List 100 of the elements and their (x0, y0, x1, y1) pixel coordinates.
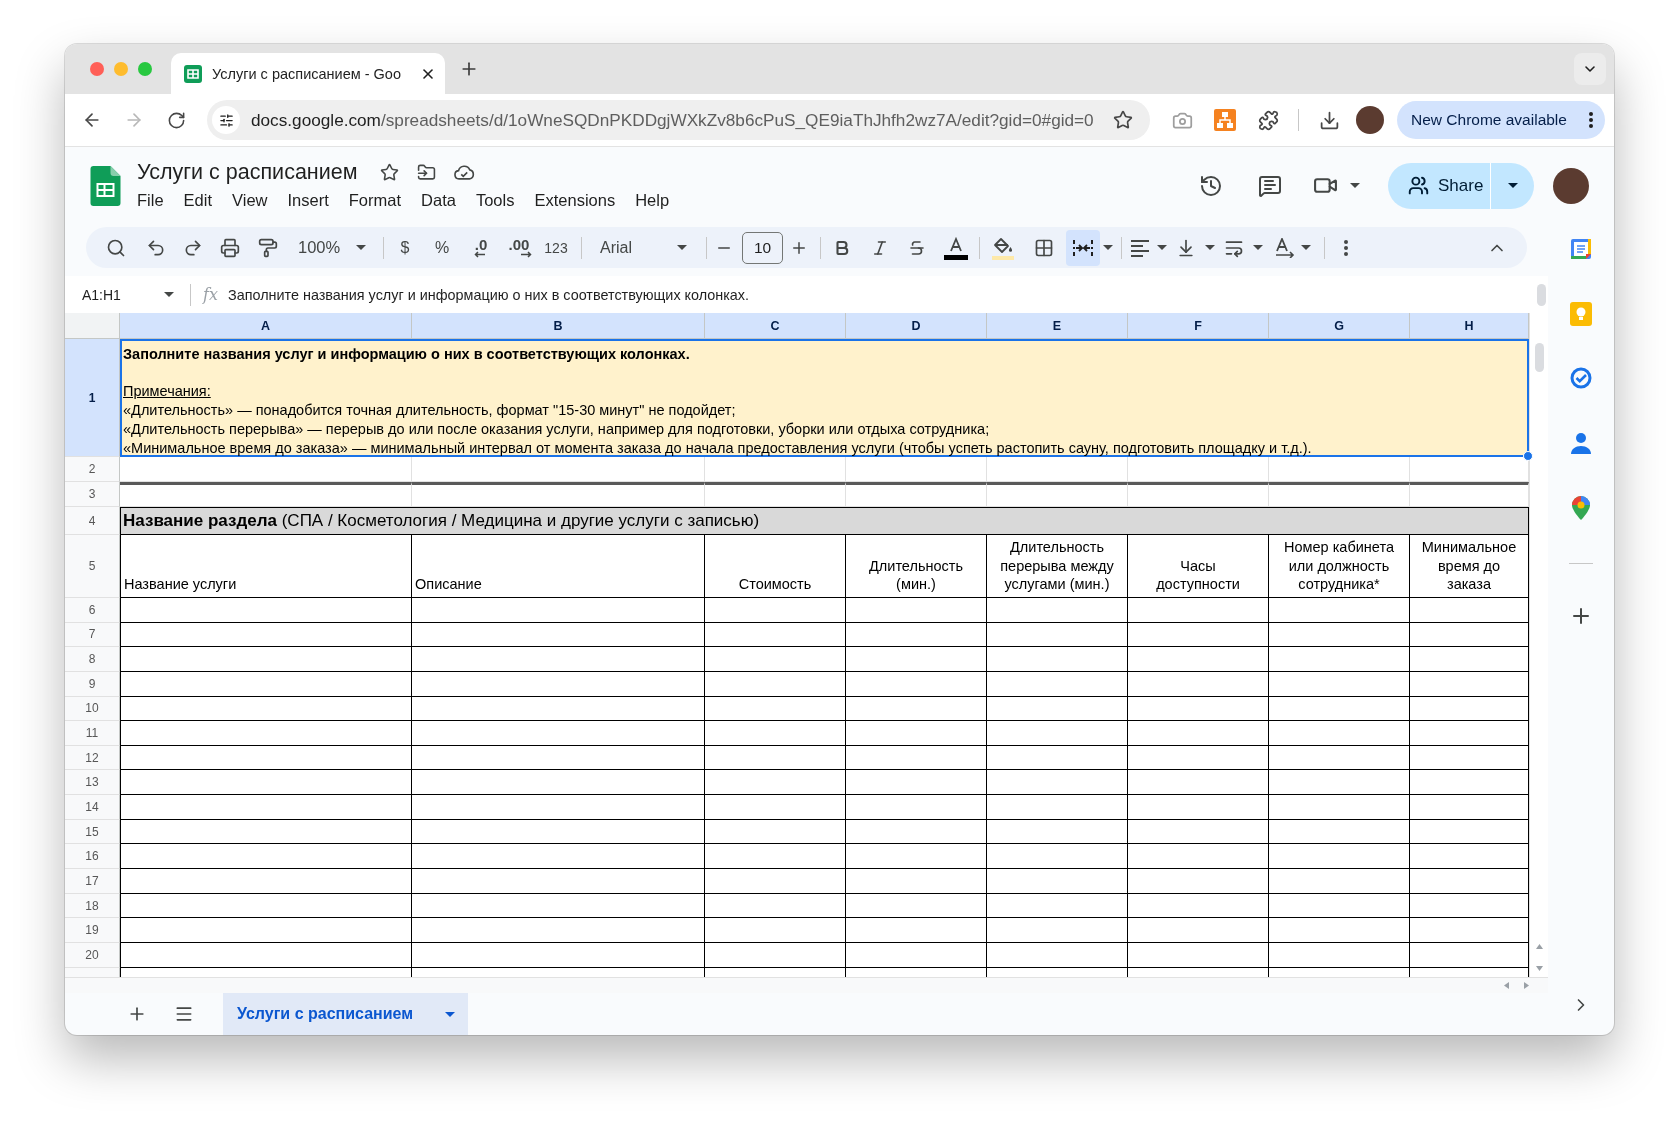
caret-icon[interactable] (1507, 183, 1518, 188)
name-box[interactable]: A1:H1 (82, 280, 176, 309)
column-header[interactable]: H (1410, 313, 1529, 339)
caret-icon[interactable] (356, 245, 366, 250)
history-icon[interactable] (1199, 173, 1223, 198)
search-icon[interactable] (106, 237, 126, 258)
folder-arrow-icon[interactable] (416, 162, 436, 182)
column-header[interactable]: C (705, 313, 846, 339)
scrollbar-thumb[interactable] (1537, 283, 1546, 306)
font-button[interactable]: Arial (590, 232, 694, 263)
caret-down-icon[interactable] (1535, 965, 1543, 972)
sheet-tab[interactable]: Услуги с расписанием (223, 993, 468, 1035)
extension-icon[interactable] (1214, 109, 1236, 131)
row-number[interactable]: 18 (65, 893, 120, 919)
row-number[interactable]: 12 (65, 745, 120, 771)
address-field[interactable]: docs.google.com/spreadsheets/d/1oWneSQDnPKDDgjWXkZv8b6cPuS_QE9iaThJhfh2wz7A/edit?gid=0#gid=0 (207, 100, 1150, 140)
column-header[interactable]: D (846, 313, 987, 339)
row-number[interactable]: 6 (65, 598, 120, 623)
menu-item[interactable]: Help (625, 188, 680, 212)
kebab-menu-icon[interactable] (1344, 239, 1348, 256)
formula-input[interactable]: Заполните названия услуг и информацию о них в соответствующих колонках. (227, 281, 1529, 308)
menu-item[interactable]: Format (338, 188, 412, 212)
spreadsheet-logo-icon[interactable] (90, 165, 121, 206)
row-number[interactable]: 10 (65, 696, 120, 722)
printer-icon[interactable] (220, 237, 240, 258)
check-circle-icon[interactable] (1570, 367, 1592, 389)
row-number[interactable]: 5 (65, 535, 120, 598)
row-number[interactable]: 14 (65, 795, 120, 820)
star-icon[interactable] (379, 162, 399, 182)
caret-icon[interactable] (164, 292, 174, 297)
caret-up-icon[interactable] (1535, 943, 1543, 950)
calendar-icon[interactable] (1569, 237, 1593, 261)
person-icon[interactable] (1571, 432, 1591, 454)
currency-button[interactable]: $ (391, 232, 419, 263)
star-icon[interactable] (1113, 110, 1133, 130)
column-header[interactable]: G (1269, 313, 1410, 339)
row-number[interactable]: 15 (65, 819, 120, 845)
text-color-icon[interactable] (943, 235, 969, 260)
caret-icon[interactable] (1253, 245, 1263, 250)
site-settings-button[interactable] (212, 106, 240, 134)
column-header[interactable]: A (120, 313, 412, 339)
menu-icon[interactable] (174, 1004, 194, 1024)
reload-icon[interactable] (166, 110, 186, 130)
avatar[interactable] (1553, 167, 1589, 204)
update-button[interactable]: New Chrome available (1397, 101, 1605, 139)
document-title[interactable]: Услуги с расписанием (137, 159, 358, 185)
menu-item[interactable]: Tools (465, 188, 525, 212)
cloud-check-icon[interactable] (453, 164, 476, 180)
increase-decimals-button[interactable]: .00 (502, 232, 536, 263)
fill-handle[interactable] (1523, 451, 1533, 461)
row-number[interactable]: 7 (65, 622, 120, 648)
percent-button[interactable]: % (428, 232, 456, 263)
number-format-button[interactable]: 123 (540, 232, 572, 263)
column-header[interactable]: F (1128, 313, 1269, 339)
scrollbar-thumb[interactable] (1534, 343, 1544, 372)
menu-item[interactable]: View (222, 188, 278, 212)
zoom-button[interactable]: 100% (292, 232, 372, 263)
puzzle-icon[interactable] (1257, 109, 1279, 131)
row-number[interactable]: 16 (65, 844, 120, 870)
row-number[interactable]: 20 (65, 942, 120, 968)
caret-icon[interactable] (1350, 183, 1360, 188)
redo-icon[interactable] (183, 237, 203, 258)
tab-list-button[interactable] (1574, 53, 1606, 85)
font-size-field[interactable]: 10 (742, 231, 783, 264)
browser-tab[interactable]: Услуги с расписанием - Goo (171, 53, 445, 94)
paint-bucket-icon[interactable] (991, 235, 1015, 260)
borders-icon[interactable] (1034, 237, 1054, 258)
row-number[interactable]: 1 (65, 339, 120, 457)
paint-roller-icon[interactable] (258, 237, 278, 258)
download-icon[interactable] (1318, 109, 1340, 131)
menu-item[interactable]: Insert (277, 188, 339, 212)
row-number[interactable]: 9 (65, 671, 120, 697)
row-number[interactable]: 13 (65, 770, 120, 796)
undo-icon[interactable] (146, 237, 166, 258)
merge-button[interactable] (1066, 229, 1100, 266)
menu-item[interactable]: Data (411, 188, 466, 212)
row-number[interactable]: 17 (65, 869, 120, 894)
row-number[interactable]: 11 (65, 721, 120, 746)
caret-icon[interactable] (677, 245, 687, 250)
bold-icon[interactable] (833, 238, 851, 257)
caret-icon[interactable] (1205, 245, 1215, 250)
menu-item[interactable]: Extensions (524, 188, 626, 212)
menu-item[interactable]: Edit (173, 188, 223, 212)
column-header[interactable]: E (987, 313, 1128, 339)
strikethrough-icon[interactable] (908, 238, 926, 257)
caret-icon[interactable] (1301, 245, 1311, 250)
caret-icon[interactable] (1103, 245, 1113, 250)
row-number[interactable]: 3 (65, 482, 120, 507)
row-number[interactable]: 4 (65, 507, 120, 535)
row-number[interactable]: 2 (65, 457, 120, 482)
menu-item[interactable]: File (127, 188, 174, 212)
map-pin-icon[interactable] (1572, 496, 1590, 520)
comment-icon[interactable] (1258, 173, 1282, 198)
italic-icon[interactable] (871, 238, 889, 257)
decrease-decimals-button[interactable]: .0 (465, 232, 497, 263)
caret-icon[interactable] (1157, 245, 1167, 250)
row-number[interactable]: 19 (65, 918, 120, 943)
row-number[interactable]: 8 (65, 647, 120, 672)
column-header[interactable]: B (412, 313, 705, 339)
share-button[interactable]: Share (1388, 162, 1490, 209)
